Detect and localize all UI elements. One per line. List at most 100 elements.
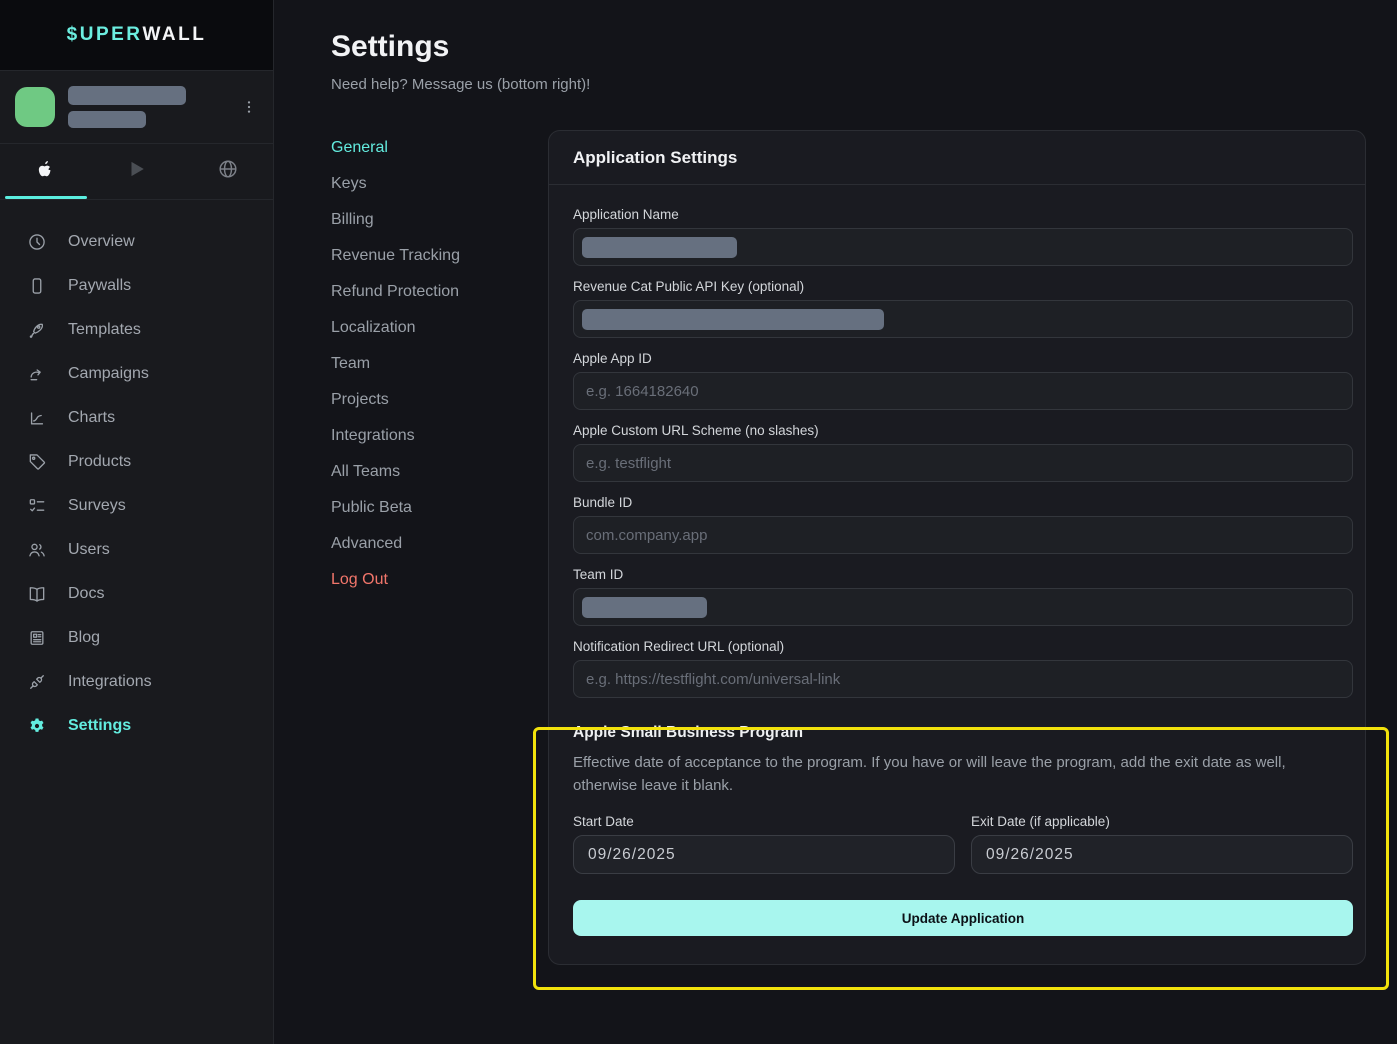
campaigns-icon (27, 364, 47, 384)
sidebar-item-label: Templates (68, 321, 141, 339)
paywalls-icon (27, 276, 47, 296)
kebab-menu-icon[interactable] (237, 87, 261, 127)
settings-nav-integrations[interactable]: Integrations (331, 418, 548, 454)
exit-date-input[interactable] (971, 835, 1353, 874)
settings-nav-revenue-tracking[interactable]: Revenue Tracking (331, 238, 548, 274)
sidebar-item-label: Overview (68, 233, 135, 251)
settings-nav-log-out[interactable]: Log Out (331, 562, 548, 598)
sidebar-item-users[interactable]: Users (0, 528, 273, 572)
settings-nav-all-teams[interactable]: All Teams (331, 454, 548, 490)
settings-nav-projects[interactable]: Projects (331, 382, 548, 418)
field-label: Application Name (573, 207, 1353, 222)
redacted-app-name-bar (68, 86, 186, 105)
field-label: Apple App ID (573, 351, 1353, 366)
sidebar-item-campaigns[interactable]: Campaigns (0, 352, 273, 396)
logo-text-white: WALL (143, 24, 207, 46)
small-business-title: Apple Small Business Program (573, 724, 1353, 742)
sidebar-item-products[interactable]: Products (0, 440, 273, 484)
redacted-value-bar (582, 597, 707, 618)
field-apple-app-id: Apple App ID (573, 351, 1353, 410)
apple-custom-url-scheme-input[interactable] (573, 444, 1353, 482)
sidebar-item-label: Settings (68, 717, 131, 735)
field-revenuecat-api-key: Revenue Cat Public API Key (optional) (573, 279, 1353, 338)
templates-icon (27, 320, 47, 340)
settings-nav-advanced[interactable]: Advanced (331, 526, 548, 562)
sidebar-item-charts[interactable]: Charts (0, 396, 273, 440)
tab-google-play[interactable] (91, 144, 182, 199)
settings-nav-billing[interactable]: Billing (331, 202, 548, 238)
sidebar-item-blog[interactable]: Blog (0, 616, 273, 660)
app-avatar (15, 87, 55, 127)
settings-nav-localization[interactable]: Localization (331, 310, 548, 346)
field-label: Team ID (573, 567, 1353, 582)
apple-app-id-input[interactable] (573, 372, 1353, 410)
blog-icon (27, 628, 47, 648)
sidebar-item-surveys[interactable]: Surveys (0, 484, 273, 528)
surveys-icon (27, 496, 47, 516)
field-label: Bundle ID (573, 495, 1353, 510)
revenuecat-api-key-input[interactable] (573, 300, 1353, 338)
sidebar-item-label: Charts (68, 409, 115, 427)
sidebar-item-label: Surveys (68, 497, 126, 515)
sidebar-item-label: Blog (68, 629, 100, 647)
notification-redirect-url-input[interactable] (573, 660, 1353, 698)
play-store-icon (126, 158, 148, 185)
apple-small-business-program-section: Apple Small Business Program Effective d… (573, 724, 1353, 936)
active-tab-indicator (5, 196, 87, 199)
start-date-input[interactable] (573, 835, 955, 874)
superwall-logo: $UPERWALL (0, 0, 273, 71)
small-business-description: Effective date of acceptance to the prog… (573, 751, 1353, 797)
field-apple-custom-url-scheme: Apple Custom URL Scheme (no slashes) (573, 423, 1353, 482)
application-name-input[interactable] (573, 228, 1353, 266)
page-title: Settings (331, 28, 1397, 66)
app-name-redacted (68, 86, 186, 128)
start-date-field: Start Date (573, 814, 955, 874)
app-selector[interactable] (0, 71, 273, 144)
sidebar-item-label: Users (68, 541, 110, 559)
start-date-label: Start Date (573, 814, 955, 829)
update-application-button[interactable]: Update Application (573, 900, 1353, 936)
overview-icon (27, 232, 47, 252)
logo-text-teal: $UPER (67, 24, 143, 46)
redacted-app-subtitle-bar (68, 111, 146, 128)
sidebar-item-label: Docs (68, 585, 104, 603)
sidebar-item-label: Paywalls (68, 277, 131, 295)
sidebar-item-label: Integrations (68, 673, 152, 691)
charts-icon (27, 408, 47, 428)
sidebar-item-integrations[interactable]: Integrations (0, 660, 273, 704)
field-label: Notification Redirect URL (optional) (573, 639, 1353, 654)
team-id-input[interactable] (573, 588, 1353, 626)
redacted-value-bar (582, 309, 884, 330)
main-content: Settings Need help? Message us (bottom r… (274, 0, 1397, 1044)
settings-nav-public-beta[interactable]: Public Beta (331, 490, 548, 526)
tab-apple[interactable] (0, 144, 91, 199)
sidebar-item-docs[interactable]: Docs (0, 572, 273, 616)
field-bundle-id: Bundle ID (573, 495, 1353, 554)
sidebar-item-overview[interactable]: Overview (0, 220, 273, 264)
settings-nav-keys[interactable]: Keys (331, 166, 548, 202)
settings-nav: General Keys Billing Revenue Tracking Re… (331, 130, 548, 965)
sidebar-item-templates[interactable]: Templates (0, 308, 273, 352)
exit-date-field: Exit Date (if applicable) (971, 814, 1353, 874)
panel-title: Application Settings (549, 131, 1365, 185)
field-application-name: Application Name (573, 207, 1353, 266)
apple-icon (35, 157, 56, 186)
sidebar-item-paywalls[interactable]: Paywalls (0, 264, 273, 308)
settings-nav-general[interactable]: General (331, 130, 548, 166)
exit-date-label: Exit Date (if applicable) (971, 814, 1353, 829)
tab-web[interactable] (182, 144, 273, 199)
field-team-id: Team ID (573, 567, 1353, 626)
settings-nav-refund-protection[interactable]: Refund Protection (331, 274, 548, 310)
redacted-value-bar (582, 237, 737, 258)
application-settings-panel: Application Settings Application Name Re… (548, 130, 1366, 965)
superwall-dashboard: $UPERWALL (0, 0, 1397, 1044)
products-icon (27, 452, 47, 472)
sidebar-item-label: Products (68, 453, 131, 471)
globe-icon (217, 158, 239, 185)
users-icon (27, 540, 47, 560)
bundle-id-input[interactable] (573, 516, 1353, 554)
settings-nav-team[interactable]: Team (331, 346, 548, 382)
sidebar-item-settings[interactable]: Settings (0, 704, 273, 748)
integrations-icon (27, 672, 47, 692)
sidebar-nav: Overview Paywalls Templates (0, 200, 273, 748)
